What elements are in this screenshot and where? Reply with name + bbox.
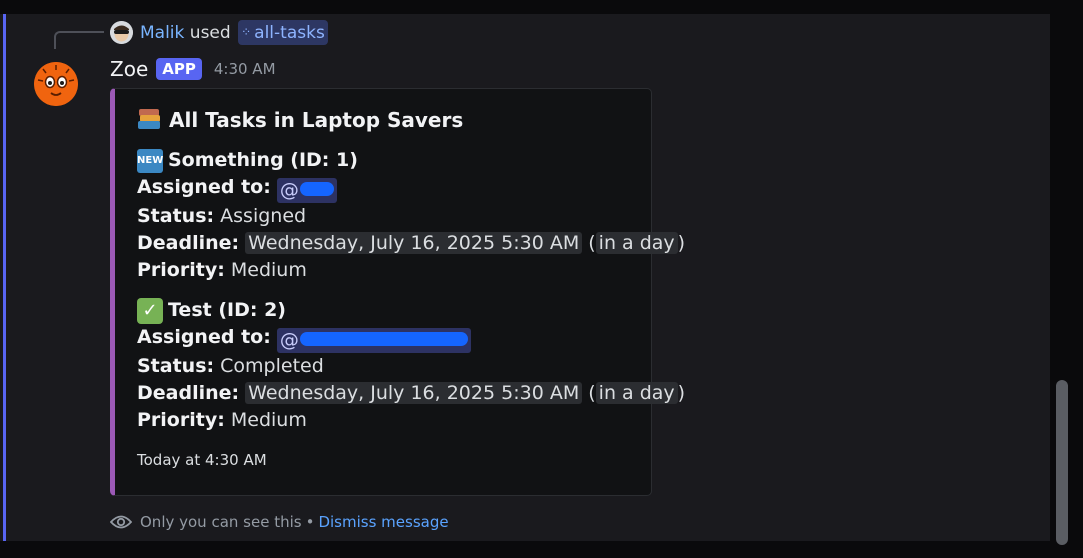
user-mention[interactable]: @ — [276, 178, 337, 203]
user-mention[interactable]: @ — [276, 328, 471, 353]
reply-connector — [54, 31, 104, 49]
priority-value: Medium — [230, 409, 307, 431]
assigned-row: Assigned to: @ — [137, 324, 685, 353]
embed-title: All Tasks in Laptop Savers — [137, 107, 463, 133]
reply-used-text: used — [189, 23, 231, 43]
task-title: Something (ID: 1) — [168, 149, 358, 171]
message-timestamp[interactable]: 4:30 AM — [214, 60, 276, 78]
deadline-label: Deadline: — [137, 382, 240, 404]
deadline-relative[interactable]: in a day — [595, 382, 678, 404]
status-label: Status: — [137, 355, 215, 377]
deadline-row: Deadline: Wednesday, July 16, 2025 5:30 … — [137, 232, 686, 254]
assigned-label: Assigned to: — [137, 176, 271, 198]
priority-value: Medium — [230, 259, 307, 281]
redaction-mark — [299, 182, 334, 196]
reply-header: Malik used ⁘ all-tasks — [140, 20, 328, 45]
deadline-label: Deadline: — [137, 232, 240, 254]
deadline-timestamp[interactable]: Wednesday, July 16, 2025 5:30 AM — [245, 382, 583, 404]
deadline-row: Deadline: Wednesday, July 16, 2025 5:30 … — [137, 382, 686, 404]
embed-title-text: All Tasks in Laptop Savers — [169, 108, 464, 132]
mention-at: @ — [279, 329, 299, 351]
reply-avatar[interactable] — [110, 21, 133, 44]
mention-at: @ — [279, 179, 299, 201]
priority-label: Priority: — [137, 409, 225, 431]
message-highlight-bar — [3, 14, 6, 541]
deadline-relative[interactable]: in a day — [595, 232, 678, 254]
slash-command-icon: ⁘ — [241, 25, 252, 39]
ephemeral-notice: Only you can see this • Dismiss message — [110, 510, 449, 534]
scrollbar-thumb[interactable] — [1056, 380, 1068, 545]
author-name[interactable]: Zoe — [110, 57, 148, 81]
separator: • — [305, 513, 315, 531]
redaction-mark — [299, 332, 468, 346]
dismiss-message-link[interactable]: Dismiss message — [318, 510, 448, 534]
check-icon: ✓ — [137, 297, 163, 324]
new-icon: NEW — [137, 148, 163, 173]
books-icon — [137, 107, 163, 133]
priority-label: Priority: — [137, 259, 225, 281]
task-title: Test (ID: 2) — [168, 299, 286, 321]
eye-icon — [110, 515, 132, 529]
task-entry: ✓ Test (ID: 2) Assigned to: @ Status: Co… — [137, 297, 685, 434]
task-heading: NEW Something (ID: 1) — [137, 147, 685, 174]
status-value: Completed — [220, 355, 324, 377]
status-row: Status: Assigned — [137, 203, 685, 230]
status-value: Assigned — [220, 205, 307, 227]
priority-row: Priority: Medium — [137, 257, 685, 284]
priority-row: Priority: Medium — [137, 407, 685, 434]
task-embed: All Tasks in Laptop Savers NEW Something… — [110, 88, 685, 496]
task-entry: NEW Something (ID: 1) Assigned to: @ Sta… — [137, 147, 685, 284]
app-badge: APP — [156, 58, 202, 80]
author-avatar[interactable] — [34, 62, 78, 106]
deadline-timestamp[interactable]: Wednesday, July 16, 2025 5:30 AM — [245, 232, 583, 254]
status-label: Status: — [137, 205, 215, 227]
status-row: Status: Completed — [137, 353, 685, 380]
command-name: all-tasks — [254, 23, 325, 43]
task-heading: ✓ Test (ID: 2) — [137, 297, 685, 324]
embed-footer: Today at 4:30 AM — [137, 451, 267, 469]
assigned-row: Assigned to: @ — [137, 174, 685, 203]
reply-username[interactable]: Malik — [140, 23, 184, 43]
ephemeral-text: Only you can see this — [140, 513, 302, 531]
command-mention[interactable]: ⁘ all-tasks — [238, 20, 328, 45]
assigned-label: Assigned to: — [137, 326, 271, 348]
message-header: Zoe APP 4:30 AM — [110, 56, 276, 82]
